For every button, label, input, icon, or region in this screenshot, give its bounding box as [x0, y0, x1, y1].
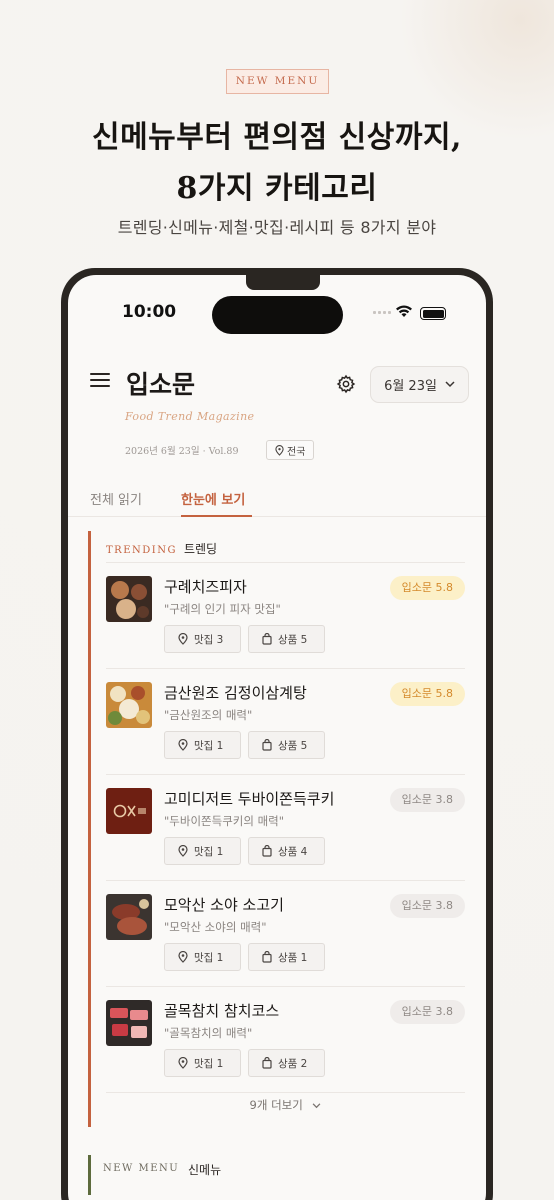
- region-chip[interactable]: 전국: [266, 440, 315, 460]
- score-badge: 입소문 5.8: [389, 576, 465, 600]
- tab-overview[interactable]: 한눈에 보기: [181, 489, 245, 508]
- score-badge: 입소문 3.8: [389, 1000, 465, 1024]
- restaurant-count-chip[interactable]: 맛집 1: [164, 943, 241, 971]
- food-thumbnail: [106, 894, 152, 940]
- show-more-label: 9개 더보기: [249, 1098, 303, 1112]
- score-badge: 입소문 5.8: [389, 682, 465, 706]
- restaurant-count-chip[interactable]: 맛집 1: [164, 837, 241, 865]
- location-pin-icon: [275, 444, 284, 456]
- section-label-ko: 트렌딩: [183, 542, 218, 556]
- hamburger-menu-icon[interactable]: [90, 373, 110, 389]
- chevron-down-icon: [313, 1103, 321, 1109]
- tab-read-all[interactable]: 전체 읽기: [90, 489, 142, 508]
- date-selector-button[interactable]: 6월 23일: [370, 366, 469, 403]
- product-count-chip[interactable]: 상품 2: [248, 1049, 325, 1077]
- list-item[interactable]: 모악산 소야 소고기 "모악산 소야의 매력" 입소문 3.8 맛집 1 상품 …: [106, 881, 465, 987]
- list-item[interactable]: 금산원조 김정이삼계탕 "금산원조의 매력" 입소문 5.8 맛집 1 상품 5: [106, 669, 465, 775]
- promo-title-line1: 신메뉴부터 편의점 신상까지,: [91, 120, 463, 155]
- food-thumbnail: [106, 788, 152, 834]
- phone-screen: 10:00 입소문 6월 23일 Food Trend Magazine 202…: [68, 275, 486, 1200]
- food-thumbnail: [106, 1000, 152, 1046]
- food-thumbnail: [106, 682, 152, 728]
- shopping-bag-icon: [262, 739, 272, 751]
- section-heading: TRENDING 트렌딩: [106, 540, 217, 557]
- section-label-ko: 신메뉴: [188, 1163, 222, 1177]
- show-more-button[interactable]: 9개 더보기: [106, 1097, 465, 1113]
- food-thumbnail: [106, 576, 152, 622]
- shopping-bag-icon: [262, 633, 272, 645]
- item-name: 고미디저트 두바이쫀득쿠키: [164, 790, 335, 808]
- shopping-bag-icon: [262, 845, 272, 857]
- section-accent-bar: [88, 1155, 91, 1195]
- battery-icon: [420, 307, 446, 320]
- product-count-chip[interactable]: 상품 5: [248, 625, 325, 653]
- location-pin-icon: [178, 1057, 188, 1069]
- item-quote: "골목참치의 매력": [164, 1026, 253, 1040]
- new-menu-badge: NEW MENU: [226, 69, 329, 94]
- location-pin-icon: [178, 845, 188, 857]
- section-accent-bar: [88, 531, 91, 1127]
- product-count-chip[interactable]: 상품 1: [248, 943, 325, 971]
- dynamic-island: [212, 296, 343, 334]
- product-count: 상품 5: [278, 739, 308, 752]
- restaurant-count-chip[interactable]: 맛집 1: [164, 1049, 241, 1077]
- chevron-down-icon: [445, 381, 455, 388]
- list-item[interactable]: 골목참치 참치코스 "골목참치의 매력" 입소문 3.8 맛집 1 상품 2: [106, 987, 465, 1093]
- product-count: 상품 5: [278, 633, 308, 646]
- list-item[interactable]: 고미디저트 두바이쫀득쿠키 "두바이쫀득쿠키의 매력" 입소문 3.8 맛집 1…: [106, 775, 465, 881]
- item-quote: "금산원조의 매력": [164, 708, 253, 722]
- product-count: 상품 4: [278, 845, 308, 858]
- location-pin-icon: [178, 739, 188, 751]
- restaurant-count: 맛집 1: [194, 1057, 224, 1070]
- section-label-en: NEW MENU: [103, 1163, 180, 1174]
- frame-notch-tab: [246, 275, 320, 290]
- promo-title-line2: 8가지 카테고리: [176, 171, 378, 206]
- date-label: 6월 23일: [384, 379, 437, 394]
- item-quote: "구례의 인기 피자 맛집": [164, 602, 281, 616]
- restaurant-count: 맛집 1: [194, 739, 224, 752]
- restaurant-count: 맛집 1: [194, 845, 224, 858]
- gear-icon[interactable]: [336, 374, 356, 394]
- list-item[interactable]: 구례치즈피자 "구례의 인기 피자 맛집" 입소문 5.8 맛집 3 상품 5: [106, 563, 465, 669]
- status-time: 10:00: [122, 302, 177, 322]
- promo-subtitle: 트렌딩·신메뉴·제철·맛집·레시피 등 8가지 분야: [117, 218, 437, 237]
- section-label-en: TRENDING: [106, 545, 177, 556]
- product-count: 상품 1: [278, 951, 308, 964]
- item-quote: "두바이쫀득쿠키의 매력": [164, 814, 285, 828]
- wifi-icon: [396, 305, 412, 317]
- magazine-tagline: Food Trend Magazine: [125, 410, 255, 423]
- product-count: 상품 2: [278, 1057, 308, 1070]
- item-name: 금산원조 김정이삼계탕: [164, 684, 307, 702]
- item-name: 구례치즈피자: [164, 578, 247, 596]
- restaurant-count-chip[interactable]: 맛집 3: [164, 625, 241, 653]
- shopping-bag-icon: [262, 1057, 272, 1069]
- location-pin-icon: [178, 951, 188, 963]
- phone-frame: 10:00 입소문 6월 23일 Food Trend Magazine 202…: [61, 268, 493, 1200]
- location-pin-icon: [178, 633, 188, 645]
- app-title: 입소문: [126, 370, 196, 399]
- active-tab-indicator: [181, 515, 252, 517]
- score-badge: 입소문 3.8: [389, 894, 465, 918]
- product-count-chip[interactable]: 상품 5: [248, 731, 325, 759]
- item-quote: "모악산 소야의 매력": [164, 920, 267, 934]
- restaurant-count-chip[interactable]: 맛집 1: [164, 731, 241, 759]
- score-badge: 입소문 3.8: [389, 788, 465, 812]
- promo-title: 신메뉴부터 편의점 신상까지, 8가지 카테고리: [0, 112, 554, 214]
- restaurant-count: 맛집 1: [194, 951, 224, 964]
- product-count-chip[interactable]: 상품 4: [248, 837, 325, 865]
- shopping-bag-icon: [262, 951, 272, 963]
- region-label: 전국: [287, 446, 306, 458]
- view-tabs: 전체 읽기 한눈에 보기: [68, 483, 486, 517]
- restaurant-count: 맛집 3: [194, 633, 224, 646]
- item-name: 골목참치 참치코스: [164, 1002, 280, 1020]
- issue-info: 2026년 6월 23일 · Vol.89: [125, 446, 239, 457]
- signal-icon: [373, 311, 391, 314]
- item-name: 모악산 소야 소고기: [164, 896, 284, 914]
